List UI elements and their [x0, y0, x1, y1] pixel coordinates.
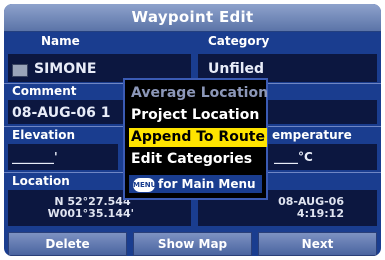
- waypoint-symbol-icon[interactable]: [12, 64, 28, 77]
- menu-item-append-to-route[interactable]: Append To Route: [129, 128, 267, 147]
- name-field[interactable]: SIMONE: [34, 60, 96, 78]
- temperature-label: emperature: [272, 128, 352, 142]
- comment-field[interactable]: 08-AUG-06 1: [12, 104, 110, 122]
- menu-hint: MENU for Main Menu: [129, 175, 262, 193]
- menu-item-project-location[interactable]: Project Location: [131, 106, 259, 125]
- category-label: Category: [208, 34, 270, 48]
- waypoint-edit-screen: Waypoint Edit Name Category SIMONE Unfil…: [4, 4, 381, 256]
- temperature-field[interactable]: ____°C: [274, 148, 313, 166]
- longitude-value[interactable]: W001°35.144': [44, 207, 134, 220]
- menu-item-edit-categories[interactable]: Edit Categories: [131, 150, 252, 169]
- menu-item-average-location: Average Location: [131, 85, 269, 101]
- comment-label: Comment: [12, 84, 77, 98]
- time-value: 4:19:12: [296, 207, 344, 220]
- options-menu: Average Location Project Location Append…: [123, 78, 268, 200]
- location-label: Location: [12, 174, 70, 188]
- next-button[interactable]: Next: [258, 232, 377, 256]
- show-map-button[interactable]: Show Map: [133, 232, 252, 256]
- name-label: Name: [41, 34, 80, 48]
- category-field[interactable]: Unfiled: [208, 60, 264, 78]
- page-title: Waypoint Edit: [4, 4, 381, 32]
- elevation-label: Elevation: [12, 128, 76, 142]
- delete-button[interactable]: Delete: [8, 232, 127, 256]
- menu-hint-text: for Main Menu: [158, 177, 256, 191]
- menu-button-icon: MENU: [133, 177, 156, 192]
- elevation-field[interactable]: _______': [12, 148, 58, 166]
